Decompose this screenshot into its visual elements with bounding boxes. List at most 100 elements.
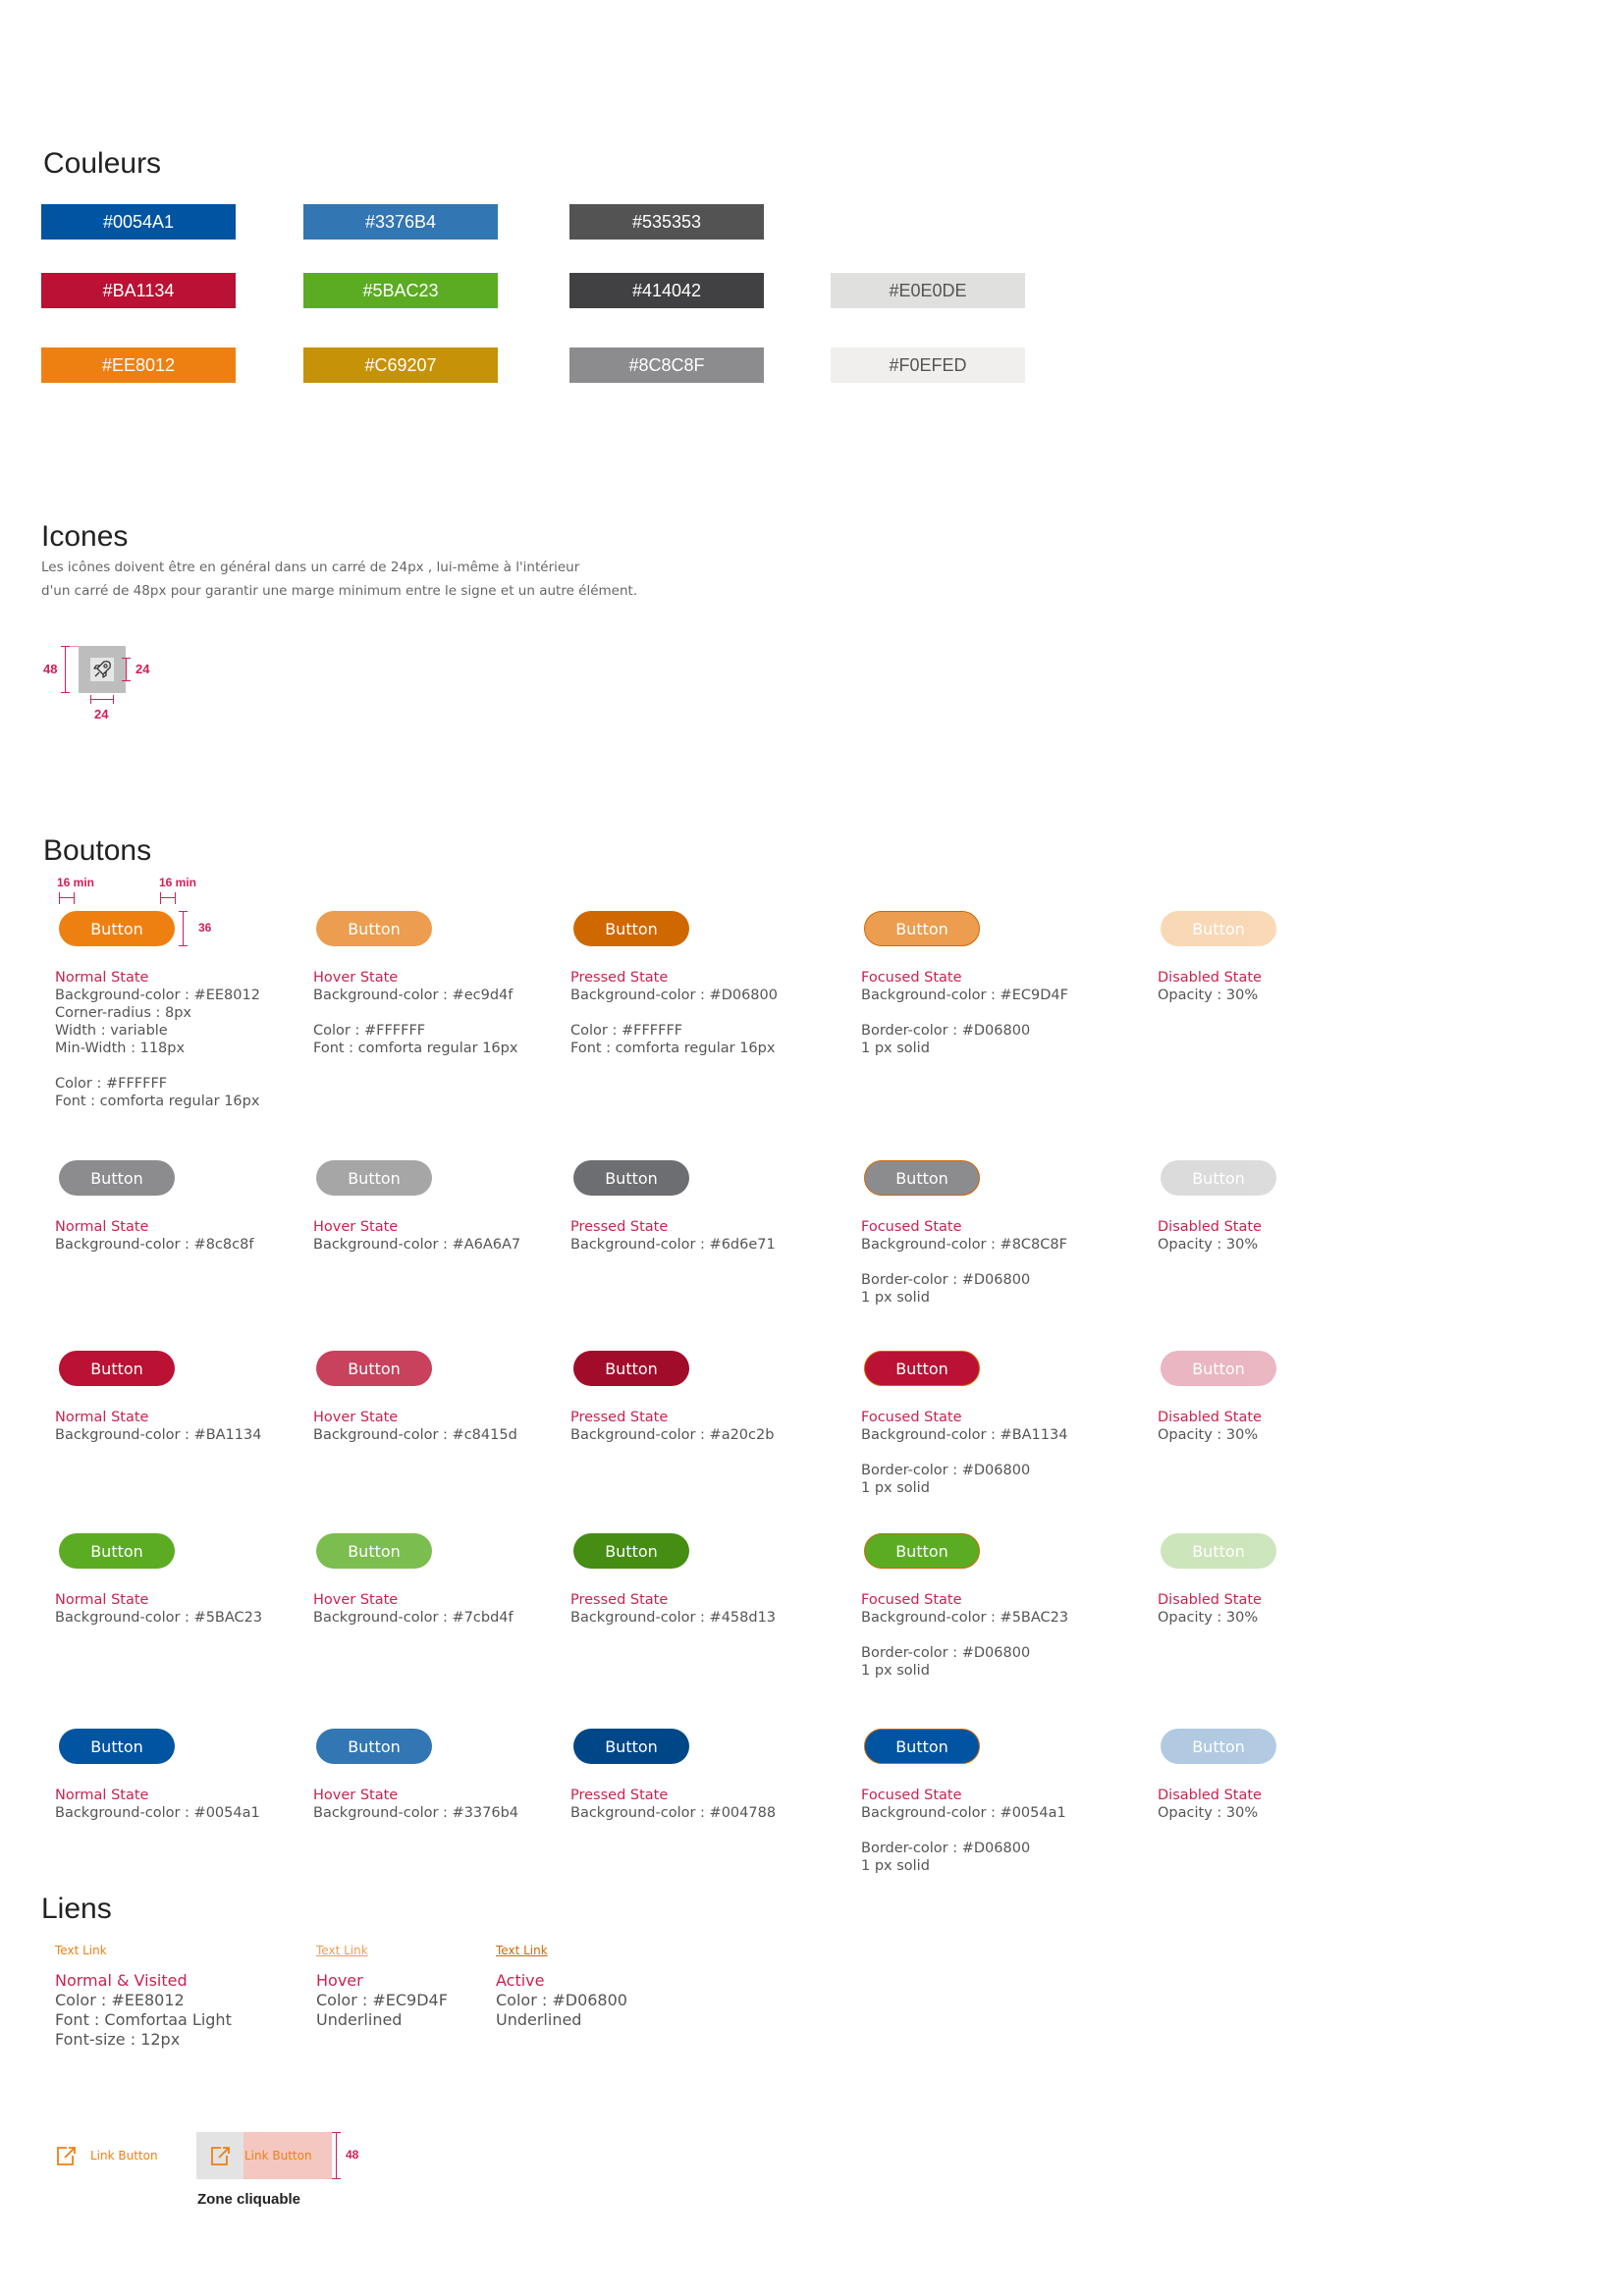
button-spec: Disabled State Opacity : 30% xyxy=(1158,1591,1262,1627)
sample-button[interactable]: Button xyxy=(59,911,175,946)
button-state-name: Pressed State xyxy=(570,1592,669,1608)
button-spec-line: Background-color : #3376b4 xyxy=(313,1805,519,1821)
button-spec: Pressed State Background-color : #458d13 xyxy=(570,1591,776,1627)
sample-button[interactable]: Button xyxy=(59,1729,175,1764)
button-spec: Pressed State Background-color : #D06800 C… xyxy=(570,969,778,1057)
sample-button[interactable]: Button xyxy=(316,1160,432,1196)
button-state-name: Normal State xyxy=(55,1219,149,1235)
button-spec-line: Background-color : #5BAC23 xyxy=(861,1610,1069,1626)
button-spec: Disabled State Opacity : 30% xyxy=(1158,1218,1262,1254)
button-spec-line xyxy=(55,1057,260,1075)
button-state-name: Pressed State xyxy=(570,970,669,986)
button-spec-line: Color : #FFFFFF xyxy=(55,1076,168,1092)
button-spec: Normal State Background-color : #5BAC23 xyxy=(55,1591,262,1627)
button-spec-line: Background-color : #0054a1 xyxy=(55,1805,260,1821)
button-spec-line: Background-color : #c8415d xyxy=(313,1427,517,1443)
sample-button[interactable]: Button xyxy=(1161,1729,1276,1764)
button-spec-line: Background-color : #EC9D4F xyxy=(861,988,1068,1003)
rocket-icon xyxy=(93,661,111,678)
button-state-name: Pressed State xyxy=(570,1219,669,1235)
icons-description-line-2: d'un carré de 48px pour garantir une mar… xyxy=(41,583,638,599)
button-spec: Hover State Background-color : #7cbd4f xyxy=(313,1591,514,1627)
link-spec-line: Underlined xyxy=(316,2010,403,2029)
button-state-name: Pressed State xyxy=(570,1788,669,1803)
link-spec-line: Color : #EE8012 xyxy=(55,1991,185,2009)
external-link-icon xyxy=(57,2147,76,2165)
button-spec-line: Border-color : #D06800 xyxy=(861,1272,1031,1288)
sample-button[interactable]: Button xyxy=(573,1729,689,1764)
link-button[interactable]: Link Button xyxy=(55,2142,173,2169)
button-spec-line: Background-color : #EE8012 xyxy=(55,988,260,1003)
sample-button[interactable]: Button xyxy=(573,1351,689,1386)
sample-button[interactable]: Button xyxy=(316,1729,432,1764)
sample-button[interactable]: Button xyxy=(1161,1533,1276,1569)
text-link-sample[interactable]: Text Link xyxy=(496,1944,548,1957)
link-spec-line: Color : #D06800 xyxy=(496,1991,627,2009)
button-state-name: Normal State xyxy=(55,970,149,986)
sample-button[interactable]: Button xyxy=(864,1533,980,1569)
link-state-name: Active xyxy=(496,1971,545,1990)
button-spec: Normal State Background-color : #0054a1 xyxy=(55,1787,260,1822)
sample-button[interactable]: Button xyxy=(59,1351,175,1386)
button-spec-line: Opacity : 30% xyxy=(1158,1427,1259,1443)
sample-button[interactable]: Button xyxy=(59,1533,175,1569)
button-state-name: Hover State xyxy=(313,970,399,986)
zone-dim-label: 48 xyxy=(346,2148,359,2162)
button-spec-line: Color : #FFFFFF xyxy=(313,1023,426,1039)
sample-button[interactable]: Button xyxy=(316,911,432,946)
button-spec-line xyxy=(861,1627,1068,1644)
sample-button[interactable]: Button xyxy=(864,1729,980,1764)
button-spec: Hover State Background-color : #3376b4 xyxy=(313,1787,518,1822)
text-link-sample[interactable]: Text Link xyxy=(55,1944,107,1957)
sample-button[interactable]: Button xyxy=(59,1160,175,1196)
buttons-title: Boutons xyxy=(43,834,152,867)
button-spec: Hover State Background-color : #A6A6A7 xyxy=(313,1218,520,1254)
button-state-name: Disabled State xyxy=(1158,1788,1262,1803)
zone-caption: Zone cliquable xyxy=(197,2191,301,2208)
button-spec-line: Background-color : #8C8C8F xyxy=(861,1237,1067,1253)
sample-button[interactable]: Button xyxy=(1161,1351,1276,1386)
button-spec-line: Font : comforta regular 16px xyxy=(313,1041,518,1056)
sample-button[interactable]: Button xyxy=(864,1351,980,1386)
sample-button[interactable]: Button xyxy=(573,1160,689,1196)
link-spec: Normal & Visited Color : #EE8012 Font : Co… xyxy=(55,1971,232,2050)
link-spec: Active Color : #D06800 Underlined xyxy=(496,1971,627,2030)
sample-button[interactable]: Button xyxy=(1161,1160,1276,1196)
sample-button[interactable]: Button xyxy=(316,1351,432,1386)
button-state-name: Hover State xyxy=(313,1410,399,1425)
button-spec: Hover State Background-color : #c8415d xyxy=(313,1409,517,1444)
button-spec-line: Min-Width : 118px xyxy=(55,1041,186,1056)
button-spec: Pressed State Background-color : #6d6e71 xyxy=(570,1218,776,1254)
button-spec-line: Background-color : #458d13 xyxy=(570,1610,777,1626)
zone-link-button-label: Link Button xyxy=(244,2149,312,2163)
sample-button[interactable]: Button xyxy=(573,1533,689,1569)
color-swatch: #0054A1 xyxy=(41,204,236,240)
button-spec-line: Border-color : #D06800 xyxy=(861,1645,1031,1661)
button-state-name: Focused State xyxy=(861,970,962,986)
button-spec: Disabled State Opacity : 30% xyxy=(1158,1409,1262,1444)
button-state-name: Disabled State xyxy=(1158,970,1262,986)
button-spec: Focused State Background-color : #8C8C8F B… xyxy=(861,1218,1067,1307)
button-state-name: Disabled State xyxy=(1158,1410,1262,1425)
button-spec-line: Opacity : 30% xyxy=(1158,1610,1259,1626)
button-state-name: Hover State xyxy=(313,1788,399,1803)
button-spec: Focused State Background-color : #EC9D4F B… xyxy=(861,969,1068,1057)
color-swatch: #414042 xyxy=(569,273,764,308)
sample-button[interactable]: Button xyxy=(864,1160,980,1196)
button-spec-line: Background-color : #5BAC23 xyxy=(55,1610,263,1626)
text-link-sample[interactable]: Text Link xyxy=(316,1944,368,1957)
color-swatch: #BA1134 xyxy=(41,273,236,308)
button-spec-line: 1 px solid xyxy=(861,1480,930,1496)
sample-button[interactable]: Button xyxy=(316,1533,432,1569)
sample-button[interactable]: Button xyxy=(1161,911,1276,946)
button-state-name: Pressed State xyxy=(570,1410,669,1425)
icon-dim-inner-bottom-label: 24 xyxy=(94,707,109,721)
button-spec-line: Border-color : #D06800 xyxy=(861,1841,1031,1856)
button-state-name: Disabled State xyxy=(1158,1592,1262,1608)
button-spec-line xyxy=(313,1004,517,1022)
sample-button[interactable]: Button xyxy=(864,911,980,946)
button-spec-line: Background-color : #004788 xyxy=(570,1805,777,1821)
link-state-name: Hover xyxy=(316,1971,363,1990)
sample-button[interactable]: Button xyxy=(573,911,689,946)
color-swatch: #8C8C8F xyxy=(569,347,764,383)
